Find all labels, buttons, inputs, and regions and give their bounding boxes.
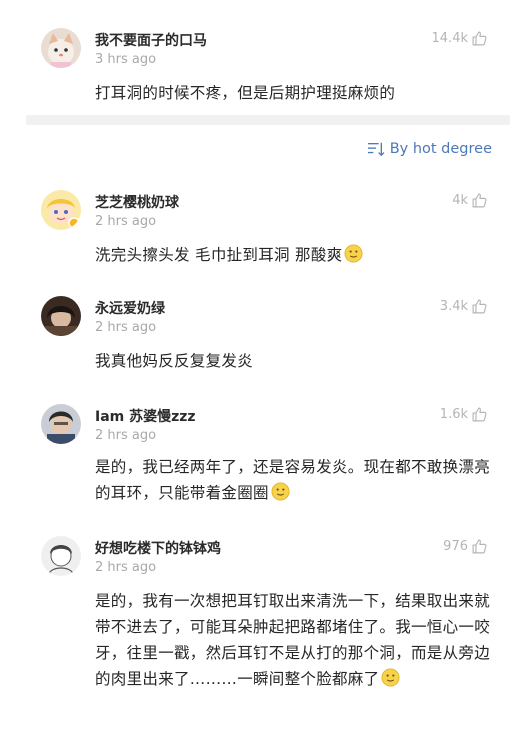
comment-timestamp: 2 hrs ago — [95, 214, 157, 229]
like-button[interactable]: 14.4k — [432, 30, 488, 47]
comment-body: 是的，我有一次想把耳钉取出来清洗一下，结果取出来就带不进去了，可能耳朵肿起把路都… — [95, 592, 491, 688]
sort-icon[interactable] — [367, 141, 385, 157]
comment-username[interactable]: 芝芝樱桃奶球 — [95, 192, 179, 212]
like-count: 3.4k — [439, 299, 468, 314]
comment-username[interactable]: 好想吃楼下的钵钵鸡 — [95, 538, 221, 558]
comment-timestamp: 2 hrs ago — [95, 560, 157, 575]
comment-body: 洗完头擦头发 毛巾扯到耳洞 那酸爽 — [95, 246, 343, 264]
smile-emoji-icon — [271, 482, 290, 501]
comment-item: 我不要面子的口马 3 hrs ago 14.4k 打耳洞的时候不疼，但是后期护理… — [0, 0, 518, 112]
comment-timestamp: 2 hrs ago — [95, 320, 157, 335]
like-button[interactable]: 3.4k — [440, 298, 488, 315]
comment-timestamp: 3 hrs ago — [95, 52, 157, 67]
comment-username[interactable]: 永远爱奶绿 — [95, 298, 165, 318]
comment-text: 是的，我已经两年了，还是容易发炎。现在都不敢换漂亮的耳环，只能带着金圈圈 — [95, 454, 495, 506]
sort-toggle[interactable]: By hot degree — [367, 141, 492, 157]
like-count: 4k — [452, 193, 468, 208]
comment-text: 洗完头擦头发 毛巾扯到耳洞 那酸爽 — [95, 242, 495, 268]
avatar[interactable] — [41, 296, 81, 336]
comment-text: 我真他妈反反复复发炎 — [95, 348, 495, 374]
thumbs-up-icon[interactable] — [471, 192, 488, 209]
thumbs-up-icon[interactable] — [471, 406, 488, 423]
comment-timestamp: 2 hrs ago — [95, 428, 157, 443]
like-count: 976 — [443, 539, 468, 554]
thumbs-up-icon[interactable] — [471, 298, 488, 315]
like-button[interactable]: 976 — [443, 538, 488, 555]
thumbs-up-icon[interactable] — [471, 30, 488, 47]
avatar[interactable] — [41, 536, 81, 576]
like-button[interactable]: 4k — [452, 192, 488, 209]
comment-text: 是的，我有一次想把耳钉取出来清洗一下，结果取出来就带不进去了，可能耳朵肿起把路都… — [95, 588, 495, 692]
smile-emoji-icon — [344, 244, 363, 263]
avatar[interactable] — [41, 190, 81, 230]
avatar[interactable] — [41, 28, 81, 68]
comment-body: 是的，我已经两年了，还是容易发炎。现在都不敢换漂亮的耳环，只能带着金圈圈 — [95, 458, 491, 502]
comment-username[interactable]: 我不要面子的口马 — [95, 30, 207, 50]
like-count: 1.6k — [439, 407, 468, 422]
comment-body: 打耳洞的时候不疼，但是后期护理挺麻烦的 — [95, 84, 396, 102]
smile-emoji-icon — [381, 668, 400, 687]
like-button[interactable]: 1.6k — [440, 406, 488, 423]
thumbs-up-icon[interactable] — [471, 538, 488, 555]
sort-label[interactable]: By hot degree — [390, 141, 492, 157]
section-divider — [26, 115, 510, 125]
avatar[interactable] — [41, 404, 81, 444]
like-count: 14.4k — [431, 31, 468, 46]
comment-username[interactable]: Iam 苏婆慢zzz — [95, 406, 196, 426]
comment-text: 打耳洞的时候不疼，但是后期护理挺麻烦的 — [95, 80, 495, 106]
comment-body: 我真他妈反反复复发炎 — [95, 352, 254, 370]
